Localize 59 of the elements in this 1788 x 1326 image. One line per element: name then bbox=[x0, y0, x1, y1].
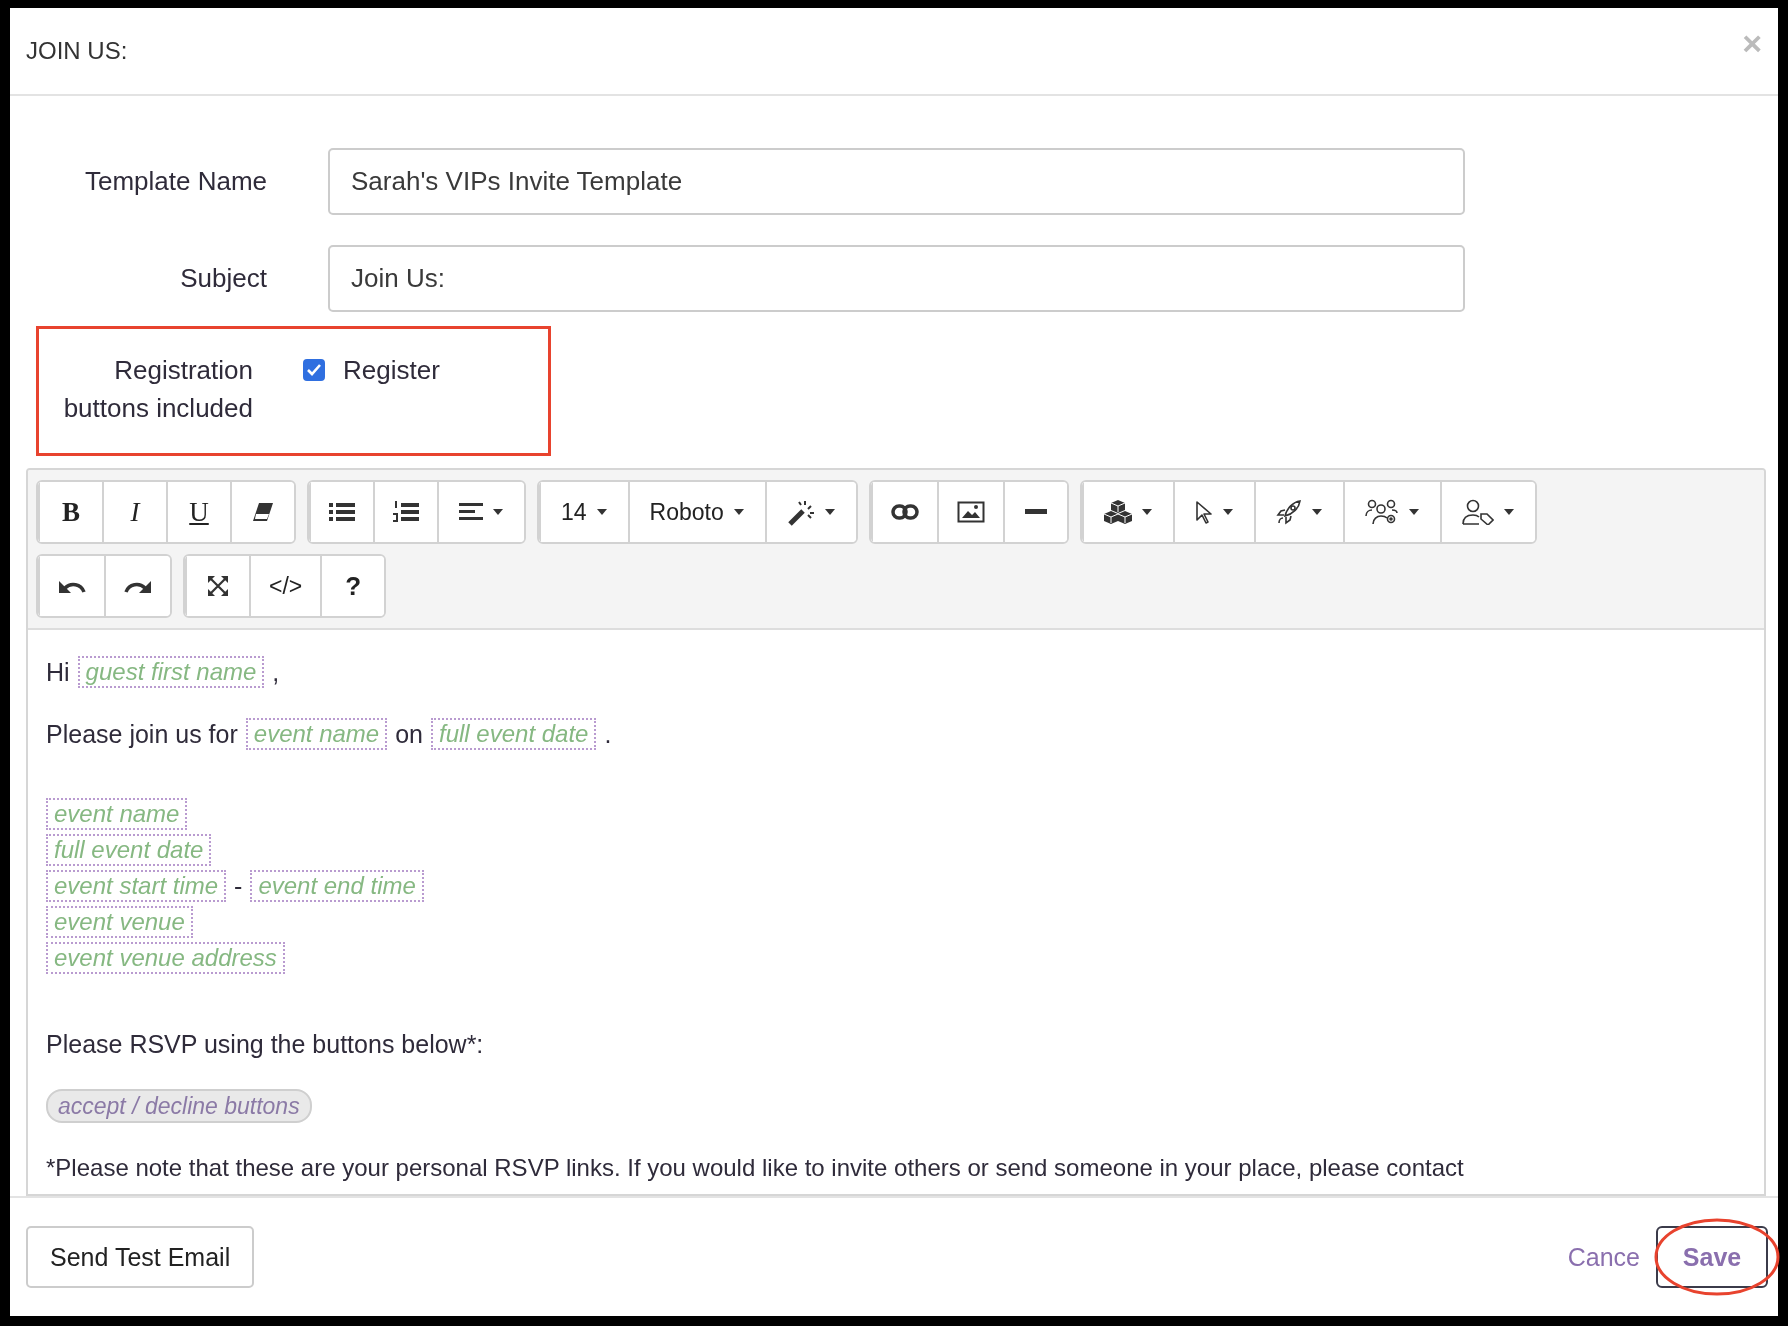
eraser-icon bbox=[251, 501, 275, 523]
body-text: *Please note that these are your personal RSVP links. If you would like to invite others or send someone in your place, please contact bbox=[46, 1154, 1464, 1182]
cancel-link[interactable]: Cance bbox=[1567, 1242, 1640, 1272]
dropdown-button[interactable] bbox=[1439, 482, 1535, 542]
send-test-email-button[interactable]: Send Test Email bbox=[26, 1226, 255, 1288]
field-label: Template Name bbox=[83, 166, 267, 197]
people-gear-icon bbox=[1364, 499, 1399, 525]
caret-icon bbox=[1502, 508, 1515, 516]
toolbar-button[interactable] bbox=[1002, 482, 1067, 542]
caret-icon bbox=[595, 508, 608, 516]
link-icon bbox=[890, 503, 919, 521]
cursor-icon bbox=[1194, 500, 1213, 524]
dialog-title: JOIN US: bbox=[26, 37, 128, 65]
body-text: - bbox=[234, 871, 243, 901]
body-text: on bbox=[395, 719, 423, 749]
caret-icon bbox=[1407, 508, 1420, 516]
caret-icon bbox=[1310, 508, 1323, 516]
checkbox[interactable] bbox=[303, 359, 325, 381]
save-button[interactable]: Save bbox=[1656, 1226, 1768, 1288]
image-icon bbox=[956, 501, 985, 523]
caret-icon bbox=[823, 508, 836, 516]
merge-tag: event name bbox=[245, 718, 388, 750]
body-text: Hi bbox=[46, 657, 70, 687]
merge-tag: guest first name bbox=[77, 656, 265, 688]
help-button[interactable]: ? bbox=[320, 556, 385, 616]
fullscreen-icon bbox=[207, 575, 229, 597]
field-label: Registration buttons included bbox=[62, 354, 253, 425]
dropdown-button[interactable] bbox=[764, 482, 856, 542]
merge-tag: accept / decline buttons bbox=[46, 1089, 312, 1123]
body-text: Please join us for bbox=[46, 719, 238, 749]
merge-tag: event end time bbox=[250, 870, 424, 902]
caret-icon bbox=[732, 508, 745, 516]
text-field[interactable]: Sarah's VIPs Invite Template bbox=[328, 148, 1465, 215]
magic-wand-icon bbox=[786, 498, 815, 526]
body-text: Please RSVP using the buttons below*: bbox=[46, 1029, 484, 1059]
cubes-icon bbox=[1103, 499, 1132, 525]
checkmark-icon bbox=[307, 364, 321, 376]
text-field[interactable]: Join Us: bbox=[328, 245, 1465, 312]
toolbar-button[interactable] bbox=[230, 482, 294, 542]
body-text: , bbox=[272, 657, 280, 687]
checkbox-label[interactable]: Register bbox=[343, 354, 440, 386]
merge-tag: event venue bbox=[46, 906, 193, 938]
merge-tag: event venue address bbox=[46, 942, 285, 974]
dropdown-button[interactable] bbox=[437, 482, 524, 542]
body-text: . bbox=[604, 719, 612, 749]
numbered-list-icon bbox=[393, 500, 419, 524]
merge-tag: event start time bbox=[46, 870, 227, 902]
user-tag-icon bbox=[1461, 499, 1494, 525]
caret-icon bbox=[1221, 508, 1234, 516]
merge-tag: full event date bbox=[46, 834, 212, 866]
field-label: Subject bbox=[179, 263, 267, 294]
caret-icon bbox=[1140, 508, 1153, 516]
align-left-icon bbox=[459, 502, 483, 522]
merge-tag: full event date bbox=[431, 718, 597, 750]
rocket-icon bbox=[1275, 499, 1302, 525]
bullet-list-icon bbox=[329, 501, 355, 523]
merge-tag: event name bbox=[46, 798, 188, 830]
toolbar-button[interactable] bbox=[104, 556, 170, 616]
caret-icon bbox=[492, 508, 504, 516]
